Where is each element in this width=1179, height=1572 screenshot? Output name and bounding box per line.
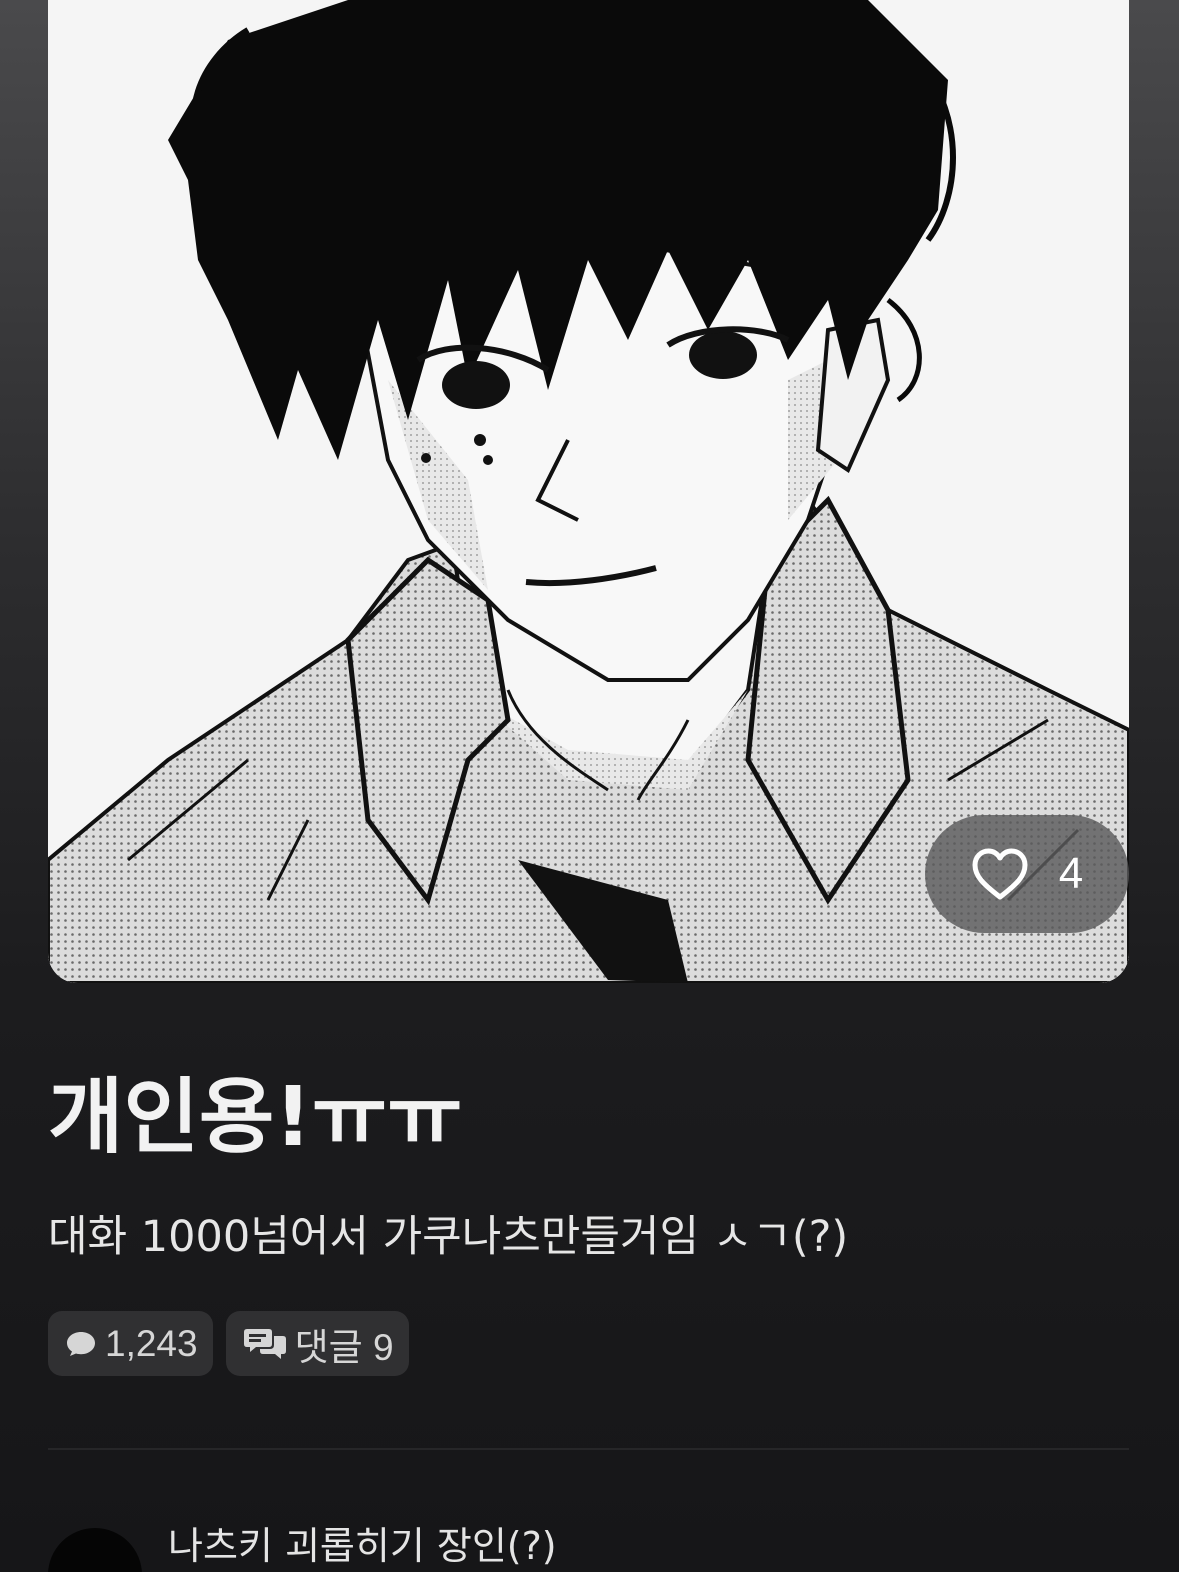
chat-bubble-icon: [67, 1331, 95, 1356]
author-name[interactable]: 나츠키 괴롭히기 장인(?): [168, 1522, 557, 1570]
post-subtitle: 대화 1000넘어서 가쿠나츠만들거임 ㅅㄱ(?): [48, 1212, 849, 1262]
comments-icon: [243, 1328, 286, 1359]
chat-count: 1,243: [105, 1322, 198, 1364]
section-divider: [48, 1448, 1129, 1450]
heart-outline-icon: [972, 848, 1028, 900]
comments-button[interactable]: 댓글 9: [225, 1311, 409, 1376]
post-detail-page: 4 개인용!ㅠㅠ 대화 1000넘어서 가쿠나츠만들거임 ㅅㄱ(?) 1,243…: [0, 0, 1179, 1572]
post-stats: 1,243 댓글 9: [48, 1311, 409, 1376]
chat-count-badge[interactable]: 1,243: [48, 1311, 213, 1376]
author-avatar[interactable]: [48, 1528, 142, 1572]
like-button[interactable]: 4: [925, 815, 1129, 933]
like-count: 4: [1058, 849, 1084, 898]
post-title: 개인용!ㅠㅠ: [48, 1070, 463, 1165]
hero-image[interactable]: 4: [48, 0, 1129, 983]
comments-label: 댓글 9: [294, 1326, 394, 1368]
